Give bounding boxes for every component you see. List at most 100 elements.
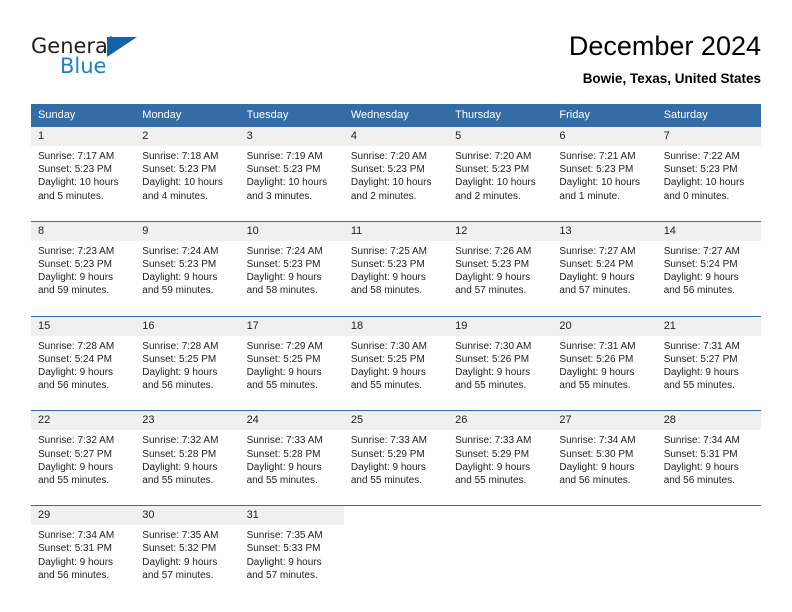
calendar-body: 1 2 3 4 5 6 7 Sunrise: 7:17 AM Sunset: 5… — [31, 126, 761, 592]
daylight-text-line2: and 55 minutes. — [350, 380, 423, 392]
daylight-text-line1: Daylight: 9 hours — [38, 272, 114, 284]
week-spacer — [31, 401, 761, 411]
day-cell: Sunrise: 7:20 AM Sunset: 5:23 PM Dayligh… — [448, 146, 553, 212]
day-number[interactable]: 24 — [239, 410, 344, 431]
day-number[interactable]: 28 — [656, 410, 761, 431]
day-number[interactable]: 25 — [343, 410, 449, 431]
day-number[interactable]: 22 — [31, 410, 136, 431]
day-number[interactable]: 14 — [656, 220, 761, 241]
day-cell-empty — [448, 525, 553, 592]
daylight-text-line2: and 59 minutes. — [142, 285, 214, 297]
title-block: December 2024 Bowie, Texas, United State… — [569, 30, 761, 89]
day-cell: Sunrise: 7:33 AM Sunset: 5:29 PM Dayligh… — [343, 430, 449, 497]
day-cell: Sunrise: 7:30 AM Sunset: 5:25 PM Dayligh… — [343, 335, 449, 402]
daylight-text-line2: and 55 minutes. — [559, 380, 631, 392]
daylight-text-line1: Daylight: 10 hours — [350, 177, 432, 189]
sunset-text: Sunset: 5:23 PM — [142, 259, 217, 271]
day-number[interactable]: 1 — [31, 126, 136, 146]
day-number[interactable]: 5 — [448, 126, 553, 146]
day-number[interactable]: 27 — [552, 410, 657, 431]
daylight-text-line2: and 55 minutes. — [455, 475, 527, 487]
sunrise-text: Sunrise: 7:30 AM — [455, 340, 532, 352]
daylight-text-line1: Daylight: 9 hours — [350, 367, 426, 379]
day-number[interactable]: 15 — [31, 315, 136, 336]
day-number[interactable]: 8 — [31, 220, 136, 241]
daylight-text-line1: Daylight: 9 hours — [455, 367, 531, 379]
calendar-page: General Blue December 2024 Bowie, Texas,… — [0, 0, 792, 612]
day-cell: Sunrise: 7:35 AM Sunset: 5:32 PM Dayligh… — [135, 525, 240, 592]
day-number[interactable]: 18 — [343, 315, 449, 336]
day-number[interactable]: 26 — [448, 410, 553, 431]
day-number[interactable]: 7 — [656, 126, 761, 146]
sunrise-text: Sunrise: 7:35 AM — [246, 530, 323, 542]
day-cell: Sunrise: 7:33 AM Sunset: 5:29 PM Dayligh… — [448, 430, 553, 497]
day-number-empty — [552, 505, 657, 526]
day-number[interactable]: 23 — [135, 410, 240, 431]
sunrise-text: Sunrise: 7:19 AM — [246, 151, 323, 162]
day-number[interactable]: 21 — [656, 315, 761, 336]
day-number[interactable]: 3 — [239, 126, 344, 146]
week-spacer — [31, 211, 761, 222]
page-subtitle: Bowie, Texas, United States — [582, 71, 761, 86]
week-3-details: Sunrise: 7:28 AM Sunset: 5:24 PM Dayligh… — [31, 335, 761, 402]
sunset-text: Sunset: 5:24 PM — [559, 259, 634, 271]
daylight-text-line2: and 57 minutes. — [455, 285, 527, 297]
daylight-text-line2: and 55 minutes. — [663, 380, 735, 392]
day-number[interactable]: 19 — [448, 315, 553, 336]
page-title: December 2024 — [568, 31, 761, 61]
day-cell: Sunrise: 7:29 AM Sunset: 5:25 PM Dayligh… — [239, 335, 344, 402]
sunset-text: Sunset: 5:29 PM — [455, 448, 530, 460]
day-number[interactable]: 16 — [135, 315, 240, 336]
sunrise-text: Sunrise: 7:27 AM — [663, 245, 740, 257]
day-number[interactable]: 31 — [239, 505, 344, 526]
day-cell: Sunrise: 7:21 AM Sunset: 5:23 PM Dayligh… — [552, 146, 657, 212]
daylight-text-line2: and 57 minutes. — [246, 569, 318, 581]
weekday-header-thursday: Thursday — [448, 104, 553, 127]
day-number[interactable]: 11 — [343, 220, 449, 241]
daylight-text-line2: and 55 minutes. — [455, 380, 527, 392]
weekday-header-sunday: Sunday — [31, 104, 136, 127]
day-number[interactable]: 20 — [552, 315, 657, 336]
sunrise-text: Sunrise: 7:34 AM — [663, 435, 740, 447]
day-cell: Sunrise: 7:32 AM Sunset: 5:28 PM Dayligh… — [135, 430, 240, 497]
week-2-details: Sunrise: 7:23 AM Sunset: 5:23 PM Dayligh… — [31, 240, 761, 307]
sunset-text: Sunset: 5:23 PM — [38, 164, 112, 176]
daylight-text-line1: Daylight: 10 hours — [246, 177, 328, 189]
daylight-text-line1: Daylight: 9 hours — [350, 272, 426, 284]
day-number[interactable]: 30 — [135, 505, 240, 526]
day-number[interactable]: 17 — [239, 315, 344, 336]
sunset-text: Sunset: 5:31 PM — [663, 448, 738, 460]
day-cell: Sunrise: 7:27 AM Sunset: 5:24 PM Dayligh… — [656, 240, 761, 307]
day-number[interactable]: 9 — [135, 220, 240, 241]
daylight-text-line1: Daylight: 10 hours — [663, 177, 745, 189]
day-number-empty — [448, 505, 553, 526]
day-cell: Sunrise: 7:24 AM Sunset: 5:23 PM Dayligh… — [239, 240, 344, 307]
sunset-text: Sunset: 5:29 PM — [350, 448, 425, 460]
sunset-text: Sunset: 5:25 PM — [246, 353, 321, 365]
daylight-text-line1: Daylight: 9 hours — [38, 367, 114, 379]
day-cell: Sunrise: 7:28 AM Sunset: 5:24 PM Dayligh… — [31, 335, 136, 402]
spacer-cell — [31, 211, 761, 222]
sunrise-text: Sunrise: 7:28 AM — [142, 340, 219, 352]
day-number[interactable]: 6 — [552, 126, 657, 146]
day-number[interactable]: 2 — [135, 126, 240, 146]
sunset-text: Sunset: 5:23 PM — [455, 259, 530, 271]
day-number[interactable]: 4 — [343, 126, 449, 146]
day-number[interactable]: 13 — [552, 220, 657, 241]
day-number[interactable]: 29 — [31, 505, 136, 526]
weekday-header-tuesday: Tuesday — [239, 104, 344, 127]
sunset-text: Sunset: 5:25 PM — [142, 353, 217, 365]
day-number[interactable]: 12 — [448, 220, 553, 241]
sunrise-text: Sunrise: 7:33 AM — [246, 435, 323, 447]
spacer-cell — [31, 306, 761, 317]
daylight-text-line2: and 56 minutes. — [559, 475, 631, 487]
daylight-text-line2: and 55 minutes. — [246, 475, 318, 487]
day-cell: Sunrise: 7:32 AM Sunset: 5:27 PM Dayligh… — [31, 430, 136, 497]
sunset-text: Sunset: 5:26 PM — [559, 353, 634, 365]
sunrise-text: Sunrise: 7:34 AM — [559, 435, 636, 447]
spacer-cell — [31, 401, 761, 411]
day-number[interactable]: 10 — [239, 220, 344, 241]
day-cell: Sunrise: 7:24 AM Sunset: 5:23 PM Dayligh… — [135, 240, 240, 307]
daylight-text-line2: and 55 minutes. — [246, 380, 318, 392]
daylight-text-line1: Daylight: 10 hours — [38, 177, 119, 189]
